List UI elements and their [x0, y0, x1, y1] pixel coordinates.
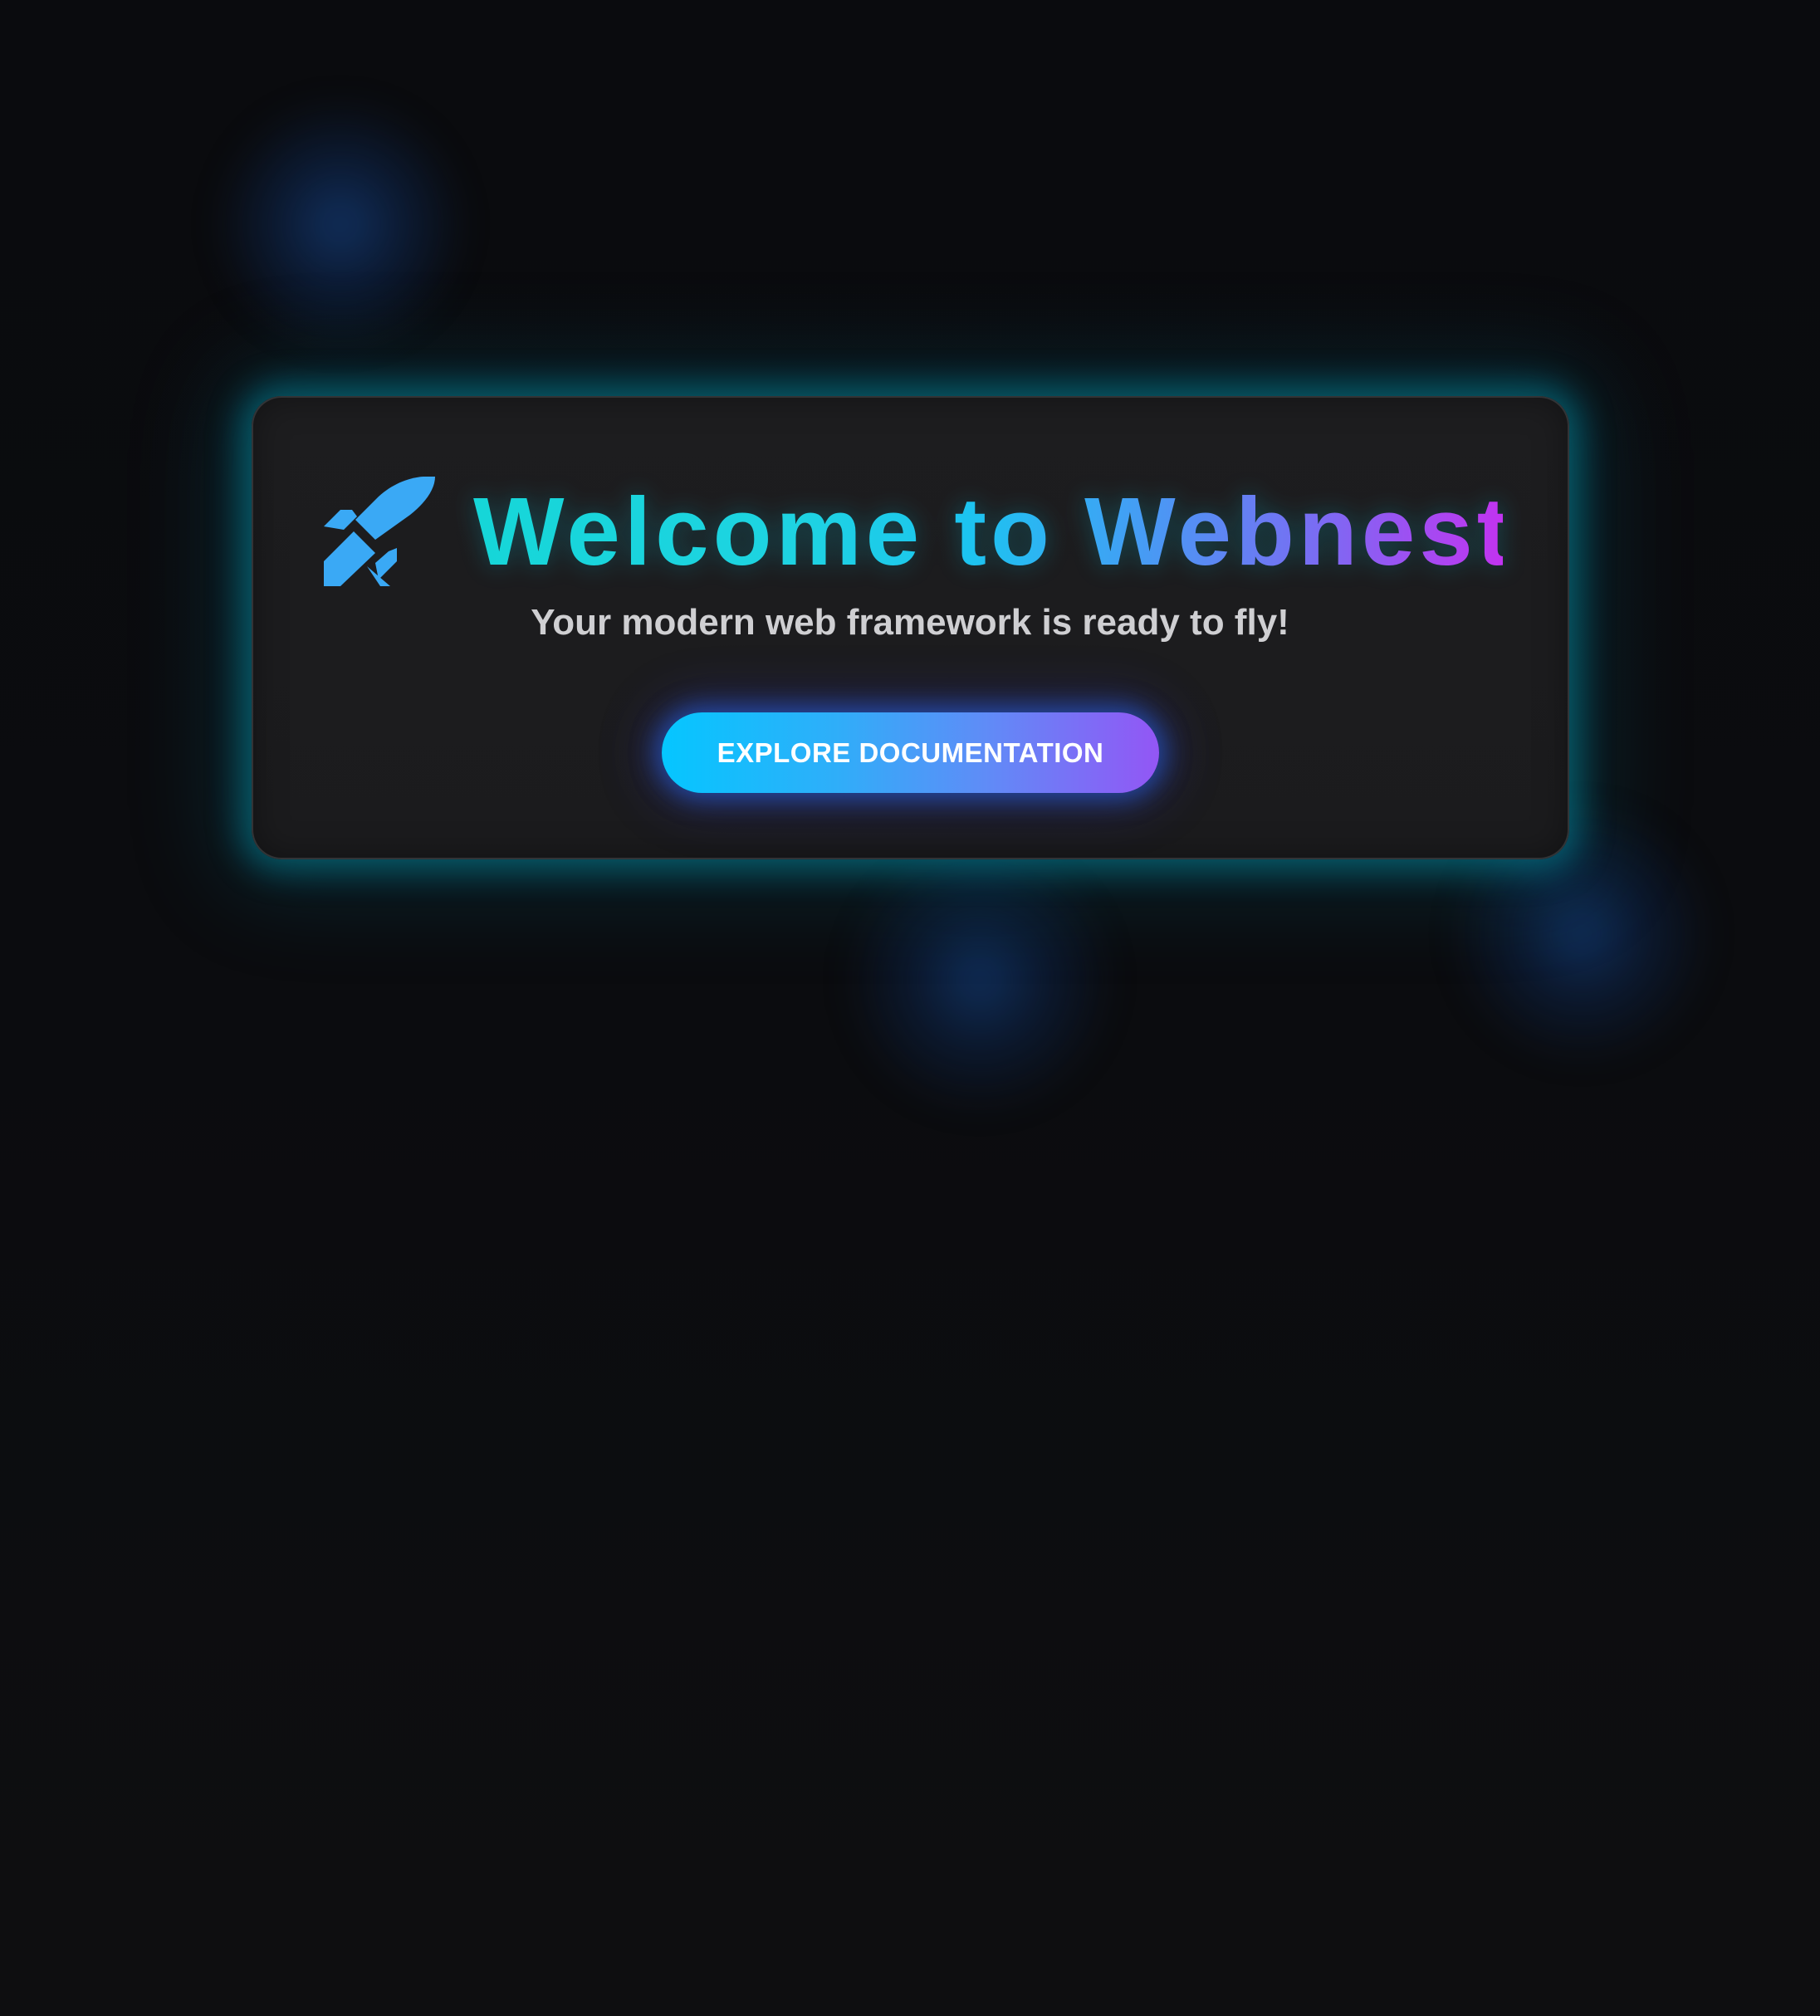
background-glow-orb	[212, 95, 469, 353]
background-glow-orb	[843, 843, 1117, 1117]
rocket-icon	[324, 477, 435, 586]
page-subtitle: Your modern web framework is ready to fl…	[531, 602, 1289, 643]
explore-documentation-button[interactable]: EXPLORE DOCUMENTATION	[662, 712, 1159, 793]
page-title: Welcome to Webnest!	[473, 473, 1545, 590]
